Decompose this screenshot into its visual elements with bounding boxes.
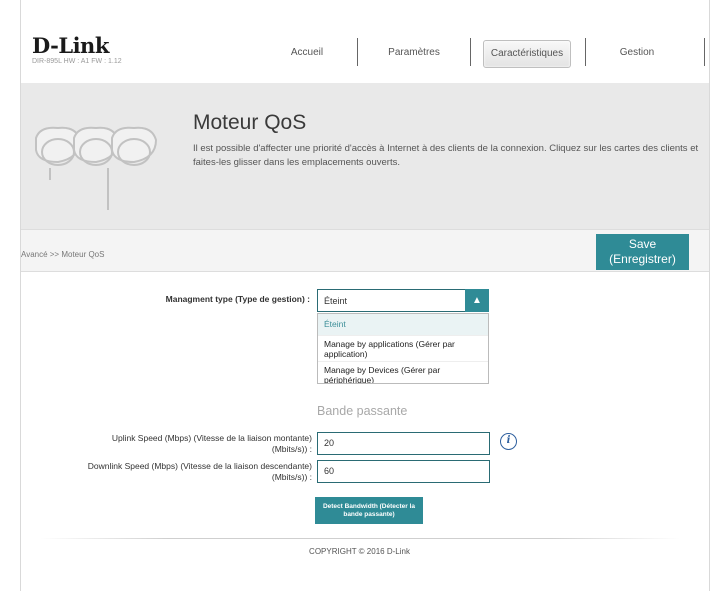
page-title: Moteur QoS — [193, 111, 307, 134]
management-type-dropdown: Éteint Manage by applications (Gérer par… — [317, 313, 489, 384]
downlink-speed-input[interactable]: 60 — [317, 460, 490, 483]
detect-bandwidth-button[interactable]: Detect Bandwidth (Détecter la bande pass… — [315, 497, 423, 524]
uplink-speed-input[interactable]: 20 — [317, 432, 490, 455]
uplink-label-line2: (Mbits/s)) : — [271, 444, 312, 454]
management-type-value: Éteint — [324, 296, 348, 306]
save-button[interactable]: Save (Enregistrer) — [596, 234, 689, 270]
nav-separator — [585, 38, 586, 66]
option-manage-by-devices[interactable]: Manage by Devices (Gérer par périphériqu… — [318, 362, 488, 383]
page-description: Il est possible d'affecter une priorité … — [193, 143, 699, 168]
copyright-text: COPYRIGHT © 2016 D-Link — [309, 547, 410, 556]
hardware-info: DIR-895L HW : A1 FW : 1.12 — [32, 58, 122, 65]
downlink-label-line1: Downlink Speed (Mbps) (Vitesse de la lia… — [87, 461, 312, 471]
downlink-label-line2: (Mbits/s)) : — [271, 472, 312, 482]
nav-caracteristiques[interactable]: Caractéristiques — [483, 40, 571, 68]
breadcrumb: Avancé >> Moteur QoS — [21, 250, 105, 259]
nav-accueil[interactable]: Accueil — [268, 40, 346, 66]
nav-separator — [470, 38, 471, 66]
footer-divider — [40, 538, 680, 539]
management-type-label: Managment type (Type de gestion) : — [165, 294, 310, 304]
nav-gestion[interactable]: Gestion — [598, 40, 676, 66]
uplink-label-line1: Uplink Speed (Mbps) (Vitesse de la liais… — [111, 433, 312, 443]
management-type-select[interactable]: Éteint ▲ — [317, 289, 489, 312]
downlink-speed-label: Downlink Speed (Mbps) (Vitesse de la lia… — [8, 461, 312, 483]
option-manage-by-applications[interactable]: Manage by applications (Gérer par applic… — [318, 336, 488, 362]
info-icon[interactable]: i — [500, 433, 517, 450]
dlink-logo[interactable]: D-Link — [32, 33, 109, 58]
bandwidth-section-title: Bande passante — [317, 404, 408, 418]
nav-separator — [704, 38, 705, 66]
uplink-speed-label: Uplink Speed (Mbps) (Vitesse de la liais… — [20, 433, 312, 455]
nav-separator — [357, 38, 358, 66]
nav-parametres[interactable]: Paramètres — [370, 40, 458, 66]
chevron-up-icon[interactable]: ▲ — [465, 289, 489, 312]
qos-illustration-icon — [35, 126, 158, 210]
option-eteint[interactable]: Éteint — [318, 314, 488, 336]
